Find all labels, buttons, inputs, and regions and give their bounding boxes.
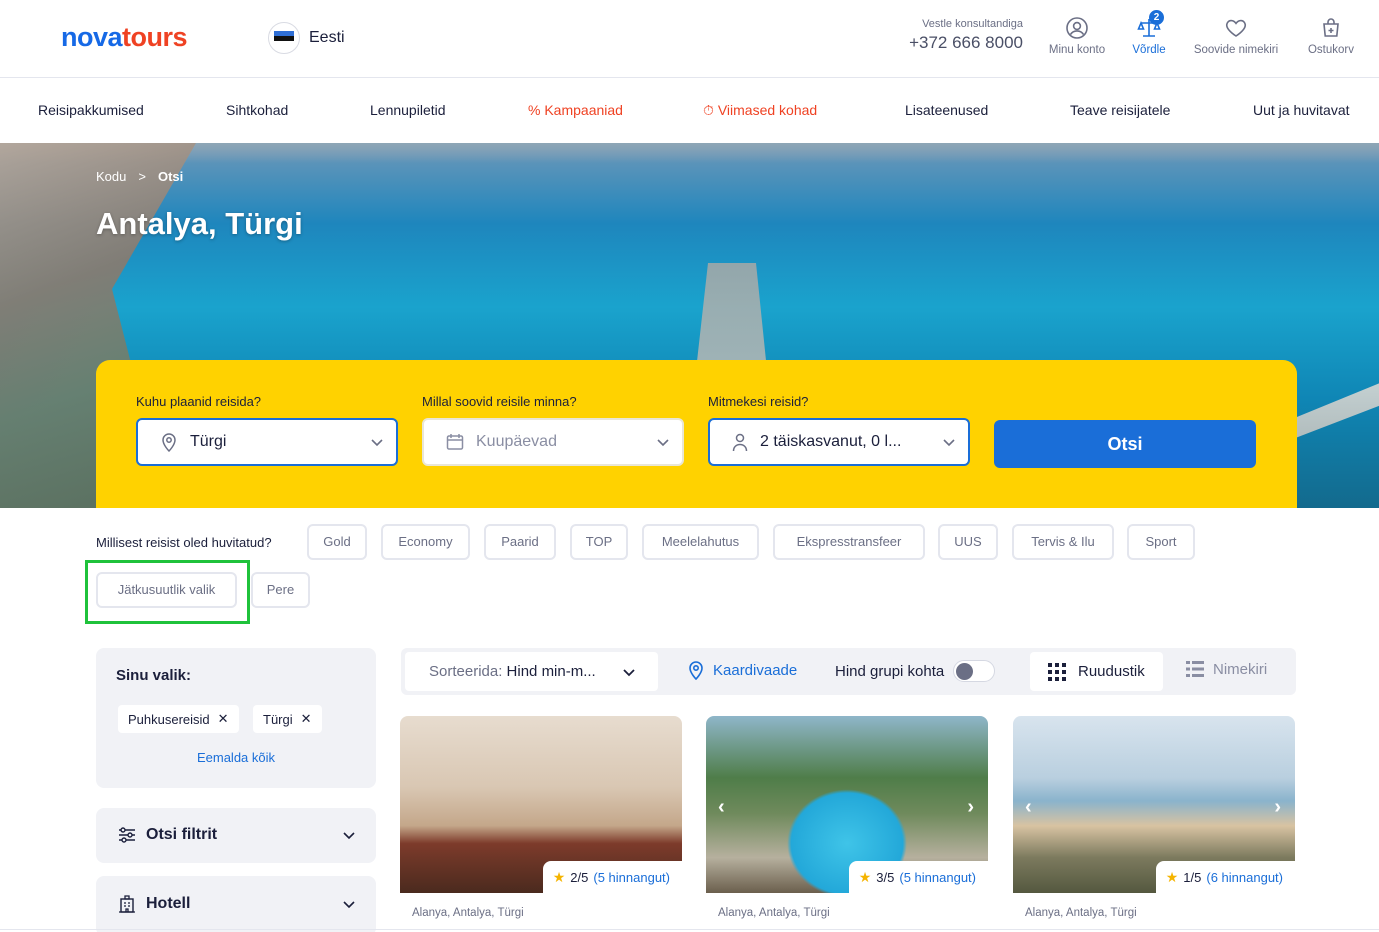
search-panel: Kuhu plaanid reisida? Türgi Millal soovi…	[96, 360, 1297, 508]
hotel-icon	[119, 895, 135, 913]
tag-uus[interactable]: UUS	[938, 524, 998, 560]
chevron-down-icon	[343, 901, 355, 909]
tag-ekspresstransfeer[interactable]: Ekspresstransfeer	[773, 524, 925, 560]
travelers-select[interactable]: 2 täiskasvanut, 0 l...	[708, 418, 970, 466]
nav-teave-reisijatele[interactable]: Teave reisijatele	[1070, 102, 1170, 118]
chevron-down-icon	[657, 439, 669, 447]
close-icon[interactable]: ✕	[218, 711, 229, 727]
tag-meelelahutus[interactable]: Meelelahutus	[642, 524, 759, 560]
list-view-button[interactable]: Nimekiri	[1186, 660, 1267, 678]
star-icon: ★	[552, 868, 566, 885]
my-account-button[interactable]: Minu konto	[1043, 16, 1111, 56]
destination-field: Kuhu plaanid reisida? Türgi	[136, 394, 398, 466]
cart-icon	[1323, 18, 1339, 37]
compare-button[interactable]: 2 Võrdle	[1127, 10, 1171, 56]
sliders-icon	[119, 827, 135, 843]
location-pin-icon	[162, 433, 176, 452]
chip-turgi[interactable]: Türgi ✕	[253, 705, 322, 733]
dates-field: Millal soovid reisile minna? Kuupäevad	[422, 394, 684, 466]
grid-icon	[1048, 662, 1066, 681]
wishlist-button[interactable]: Soovide nimekiri	[1188, 16, 1284, 56]
rating-badge: ★ 1/5 (6 hinnangut)	[1155, 861, 1295, 893]
novatours-logo[interactable]: novatours	[61, 22, 188, 53]
search-button[interactable]: Otsi	[994, 420, 1256, 468]
breadcrumb: Kodu > Otsi	[96, 169, 183, 184]
rating-badge: ★ 3/5 (5 hinnangut)	[848, 861, 988, 893]
nav-lennupiletid[interactable]: Lennupiletid	[370, 102, 446, 118]
chevron-down-icon	[623, 668, 635, 676]
highlight-box	[85, 560, 250, 624]
chevron-left-icon[interactable]: ‹	[718, 796, 725, 819]
breadcrumb-home[interactable]: Kodu	[96, 169, 126, 184]
hotel-location: Alanya, Antalya, Türgi	[412, 907, 524, 919]
main-navigation: Reisipakkumised Sihtkohad Lennupiletid %…	[0, 79, 1379, 143]
contact-label: Vestle konsultandiga	[922, 18, 1023, 30]
tag-gold[interactable]: Gold	[307, 524, 367, 560]
language-selector[interactable]: Eesti	[268, 22, 345, 54]
chevron-left-icon[interactable]: ‹	[1025, 796, 1032, 819]
map-view-button[interactable]: Kaardivaade	[688, 660, 797, 680]
close-icon[interactable]: ✕	[301, 711, 312, 727]
your-selection-panel: Sinu valik: Puhkusereisid ✕ Türgi ✕ Eemald…	[96, 648, 376, 788]
hotel-card[interactable]: ★ 2/5 (5 hinnangut) Alanya, Antalya, Tür…	[400, 716, 682, 932]
destination-select[interactable]: Türgi	[136, 418, 398, 466]
nav-viimased-kohad[interactable]: ⏱ Viimased kohad	[703, 102, 817, 119]
chevron-down-icon	[943, 439, 955, 447]
chevron-right-icon[interactable]: ›	[1274, 796, 1281, 819]
nav-lisateenused[interactable]: Lisateenused	[905, 102, 988, 118]
estonia-flag-icon	[268, 22, 300, 54]
map-pin-icon	[689, 661, 703, 680]
page-title: Antalya, Türgi	[96, 206, 303, 241]
logo-o: o	[77, 22, 94, 52]
dates-select[interactable]: Kuupäevad	[422, 418, 684, 466]
tag-pere[interactable]: Pere	[251, 572, 310, 608]
nav-sihtkohad[interactable]: Sihtkohad	[226, 102, 288, 118]
rating-badge: ★ 2/5 (5 hinnangut)	[542, 861, 682, 893]
breadcrumb-separator: >	[138, 169, 146, 184]
filter-search-accordion[interactable]: Otsi filtrit	[96, 808, 376, 863]
heart-icon	[1225, 19, 1247, 37]
hotel-location: Alanya, Antalya, Türgi	[1025, 907, 1137, 919]
your-selection-title: Sinu valik:	[116, 667, 192, 684]
nav-reisipakkumised[interactable]: Reisipakkumised	[38, 102, 144, 118]
interest-question: Millisest reisist oled huvitatud?	[96, 535, 272, 550]
calendar-icon	[446, 434, 464, 450]
group-price-toggle-row: Hind grupi kohta	[835, 660, 996, 682]
user-icon	[1066, 17, 1088, 39]
chip-puhkusereisid[interactable]: Puhkusereisid ✕	[118, 705, 239, 733]
group-price-toggle[interactable]	[953, 660, 996, 682]
grid-view-button[interactable]: Ruudustik	[1030, 652, 1163, 691]
tag-paarid[interactable]: Paarid	[484, 524, 556, 560]
chevron-down-icon	[343, 832, 355, 840]
person-icon	[732, 433, 748, 452]
sort-select[interactable]: Sorteerida: Hind min-m...	[405, 652, 658, 691]
hotel-accordion[interactable]: Hotell	[96, 876, 376, 932]
hotel-card[interactable]: ‹ › ★ 1/5 (6 hinnangut) Alanya, Antalya,…	[1013, 716, 1295, 932]
contact-block[interactable]: Vestle konsultandiga +372 666 8000	[895, 18, 1023, 53]
cart-button[interactable]: Ostukorv	[1302, 16, 1360, 56]
tag-economy[interactable]: Economy	[381, 524, 470, 560]
chevron-down-icon	[371, 439, 383, 447]
tag-tervis-ilu[interactable]: Tervis & Ilu	[1012, 524, 1114, 560]
list-icon	[1186, 661, 1204, 677]
tag-sport[interactable]: Sport	[1127, 524, 1195, 560]
results-toolbar: Sorteerida: Hind min-m... Kaardivaade Hi…	[401, 648, 1296, 695]
language-label: Eesti	[309, 29, 345, 46]
compare-badge: 2	[1149, 10, 1164, 25]
hotel-location: Alanya, Antalya, Türgi	[718, 907, 830, 919]
timer-icon: ⏱	[703, 102, 714, 118]
breadcrumb-current: Otsi	[157, 169, 184, 184]
tag-top[interactable]: TOP	[570, 524, 628, 560]
hotel-card[interactable]: ‹ › ★ 3/5 (5 hinnangut) Alanya, Antalya,…	[706, 716, 988, 932]
travelers-field: Mitmekesi reisid? 2 täiskasvanut, 0 l...	[708, 394, 970, 466]
header: novatours Eesti Vestle konsultandiga +37…	[0, 0, 1379, 78]
nav-kampaaniad[interactable]: % Kampaaniad	[528, 102, 623, 118]
remove-all-link[interactable]: Eemalda kõik	[96, 750, 376, 765]
chevron-right-icon[interactable]: ›	[967, 796, 974, 819]
phone-number[interactable]: +372 666 8000	[895, 33, 1023, 53]
star-icon: ★	[1165, 868, 1179, 885]
nav-uut-ja-huvitavat[interactable]: Uut ja huvitavat	[1253, 102, 1350, 118]
star-icon: ★	[858, 868, 872, 885]
